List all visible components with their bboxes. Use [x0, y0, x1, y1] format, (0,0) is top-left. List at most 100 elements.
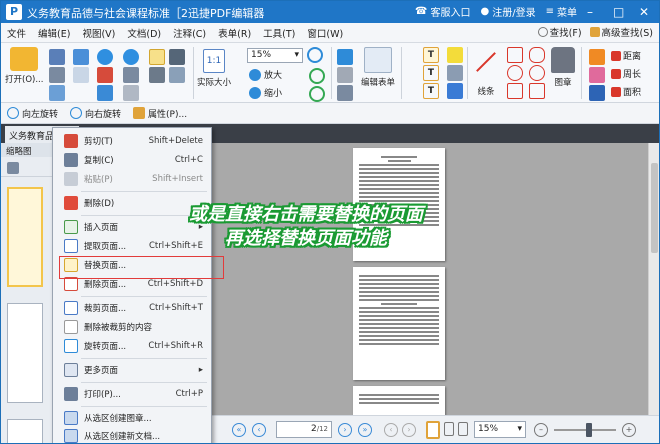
eraser-icon[interactable]	[589, 67, 605, 83]
scan-icon[interactable]	[73, 67, 89, 83]
select-area-icon[interactable]	[169, 67, 185, 83]
email-icon[interactable]	[49, 85, 65, 101]
menu-form[interactable]: 表单(R)	[218, 26, 251, 40]
zoom-out-button[interactable]: 缩小	[249, 86, 282, 99]
stamp-button[interactable]: 图章	[551, 47, 575, 88]
page-number-input[interactable]: 2/12	[276, 421, 332, 438]
menu-view[interactable]: 视图(V)	[82, 26, 115, 40]
menu-tools[interactable]: 工具(T)	[263, 26, 295, 40]
page-thumbnail[interactable]	[7, 419, 43, 443]
zoom-slider-handle[interactable]	[586, 423, 592, 437]
pentagon-icon[interactable]	[529, 83, 545, 99]
select-text-icon[interactable]	[149, 67, 165, 83]
scrollbar-thumb[interactable]	[651, 163, 658, 253]
find-button[interactable]: 查找(F)	[537, 25, 582, 39]
status-zoom-select[interactable]: 15% ▾	[474, 421, 526, 438]
hand-tool-icon[interactable]	[149, 49, 165, 65]
login-link[interactable]: ● 注册/登录	[481, 4, 536, 19]
print-icon[interactable]	[49, 67, 65, 83]
menu-item-print[interactable]: 打印(P)... Ctrl+P	[53, 385, 211, 403]
note-icon[interactable]	[447, 47, 463, 63]
distance-tool[interactable]: 距离	[611, 49, 641, 62]
menu-item-cut[interactable]: 剪切(T) Shift+Delete	[53, 132, 211, 150]
menu-item-paste[interactable]: 粘贴(P) Shift+Insert	[53, 170, 211, 188]
link-icon[interactable]	[337, 67, 353, 83]
facing-page-icon[interactable]	[458, 422, 468, 436]
copy-icon[interactable]	[123, 67, 139, 83]
zoom-out-status-icon[interactable]: –	[534, 423, 548, 437]
rotate-right-button[interactable]: 向右旋转	[70, 107, 121, 120]
menu-item-crop-pages[interactable]: 裁剪页面... Ctrl+Shift+T	[53, 299, 211, 317]
zoom-slider[interactable]	[554, 429, 616, 431]
single-page-icon[interactable]	[426, 421, 440, 439]
rotate-icon[interactable]	[309, 68, 325, 84]
close-button[interactable]: ✕	[639, 5, 655, 19]
refresh-icon[interactable]	[309, 86, 325, 102]
rectangle-icon[interactable]	[507, 83, 523, 99]
back-button[interactable]: ‹	[384, 423, 398, 437]
menu-window[interactable]: 窗口(W)	[307, 26, 343, 40]
minimize-button[interactable]: –	[587, 5, 603, 19]
next-page-button[interactable]: ›	[338, 423, 352, 437]
menu-item-rotate-pages[interactable]: 旋转页面... Ctrl+Shift+R	[53, 337, 211, 355]
page-thumbnail[interactable]	[7, 303, 43, 403]
attach-icon[interactable]	[447, 65, 463, 81]
menu-item-more-pages[interactable]: 更多页面 ▸	[53, 361, 211, 379]
ruler-icon	[611, 50, 621, 61]
cloud-icon[interactable]	[529, 65, 545, 81]
camera-icon[interactable]	[169, 49, 185, 65]
typewriter-icon[interactable]: T	[423, 47, 439, 63]
maximize-button[interactable]: □	[613, 5, 629, 19]
page-thumbnail[interactable]	[7, 187, 43, 287]
redo-icon[interactable]	[123, 49, 139, 65]
zoom-tool-icon[interactable]	[307, 47, 323, 63]
menu-document[interactable]: 文档(D)	[127, 26, 161, 40]
pencil-icon[interactable]	[589, 49, 605, 65]
vertical-scrollbar[interactable]	[648, 143, 659, 415]
menu-item-create-document[interactable]: 从选区创建新文档...	[53, 427, 211, 443]
sound-icon[interactable]	[447, 83, 463, 99]
polygon-icon[interactable]	[529, 47, 545, 63]
menu-file[interactable]: 文件	[7, 26, 26, 40]
undo-icon[interactable]	[97, 49, 113, 65]
edit-form-button[interactable]: 编辑表单	[361, 47, 395, 88]
open-button[interactable]: 打开(O)...	[5, 47, 43, 85]
area-tool[interactable]: 面积	[611, 85, 641, 98]
menu-item-create-stamp[interactable]: 从选区创建图章...	[53, 409, 211, 427]
textbox-icon[interactable]: T	[423, 65, 439, 81]
menu-item-copy[interactable]: 复制(C) Ctrl+C	[53, 151, 211, 169]
forward-button[interactable]: ›	[402, 423, 416, 437]
menu-button[interactable]: ≡ 菜单	[546, 4, 577, 19]
new-icon[interactable]	[73, 49, 89, 65]
rotate-left-button[interactable]: 向左旋转	[7, 107, 58, 120]
document-view[interactable]	[212, 143, 648, 415]
save-icon[interactable]	[49, 49, 65, 65]
form-icon[interactable]	[337, 85, 353, 101]
advanced-find-button[interactable]: 高级查找(S)	[589, 25, 653, 39]
zoom-in-button[interactable]: 放大	[249, 68, 282, 81]
actual-size-button[interactable]: 1:1 实际大小	[197, 49, 231, 88]
callout-icon[interactable]: T	[423, 83, 439, 99]
cut-icon[interactable]	[97, 67, 113, 83]
last-page-button[interactable]: »	[358, 423, 372, 437]
support-link[interactable]: ☎ 客服入口	[415, 4, 470, 19]
find-text-icon[interactable]	[123, 85, 139, 101]
continuous-page-icon[interactable]	[444, 422, 454, 436]
properties-button[interactable]: 属性(P)...	[133, 107, 187, 120]
ellipse-icon[interactable]	[507, 65, 523, 81]
perimeter-tool[interactable]: 周长	[611, 67, 641, 80]
zoom-select[interactable]: 15% ▾	[247, 48, 303, 63]
menu-item-delete-cropped[interactable]: 删除被裁剪的内容	[53, 318, 211, 336]
arrow-icon[interactable]	[507, 47, 523, 63]
first-page-button[interactable]: «	[232, 423, 246, 437]
text-select-icon[interactable]	[337, 49, 353, 65]
menu-comment[interactable]: 注释(C)	[173, 26, 206, 40]
area-label: 面积	[623, 88, 642, 98]
zoom-in-status-icon[interactable]: +	[622, 423, 636, 437]
line-tool-button[interactable]: 线条	[473, 49, 499, 97]
gear-icon[interactable]	[7, 162, 19, 174]
highlight-icon[interactable]	[589, 85, 605, 101]
paste-icon[interactable]	[97, 85, 113, 101]
previous-page-button[interactable]: ‹	[252, 423, 266, 437]
menu-edit[interactable]: 编辑(E)	[38, 26, 70, 40]
